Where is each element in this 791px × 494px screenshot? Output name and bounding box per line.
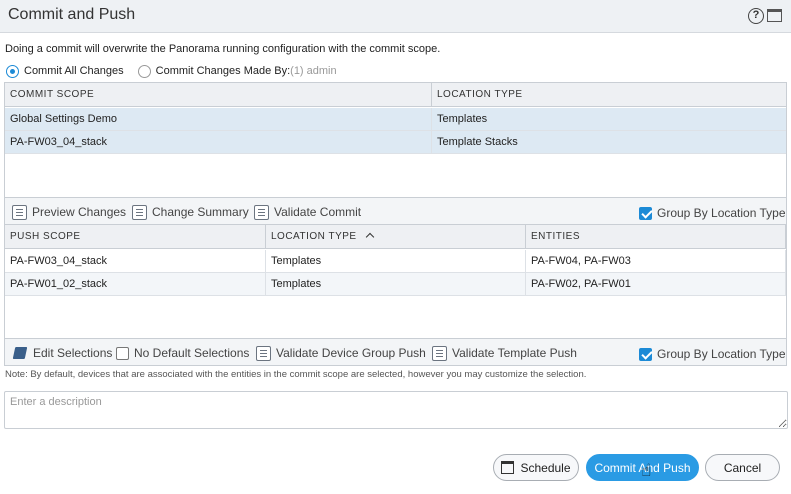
hand-cursor-icon: ☝ (641, 461, 652, 480)
cancel-button[interactable]: Cancel (705, 454, 780, 481)
intro-text: Doing a commit will overwrite the Panora… (5, 43, 441, 55)
cell-push-scope: PA-FW01_02_stack (5, 273, 266, 295)
window-title: Commit and Push (8, 6, 136, 23)
table-row[interactable]: Global Settings Demo Templates (5, 108, 786, 131)
schedule-label: Schedule (520, 460, 571, 475)
commit-made-by-radio[interactable] (137, 64, 151, 78)
title-bar: Commit and Push ? (0, 0, 791, 33)
checkbox-unchecked-icon[interactable] (116, 346, 129, 360)
validate-commit-button[interactable]: Validate Commit (254, 203, 361, 221)
help-icon[interactable]: ? (748, 8, 764, 24)
calendar-icon (501, 461, 515, 474)
change-summary-label: Change Summary (152, 205, 249, 219)
group-by-label: Group By Location Type (657, 206, 786, 220)
cell-entities: PA-FW02, PA-FW01 (526, 273, 786, 295)
validate-commit-label: Validate Commit (274, 205, 362, 219)
validate-template-label: Validate Template Push (452, 346, 577, 360)
cell-location-type: Templates (437, 113, 488, 125)
commit-all-label[interactable]: Commit All Changes (24, 65, 124, 77)
col-header-location-type-label: LOCATION TYPE (271, 231, 357, 242)
cell-push-scope: PA-FW03_04_stack (5, 250, 266, 272)
col-header-location-type[interactable]: LOCATION TYPE (432, 83, 786, 107)
col-header-entities[interactable]: ENTITIES (526, 225, 786, 249)
group-by-label: Group By Location Type (657, 347, 786, 361)
checkbox-checked-icon[interactable] (639, 347, 652, 361)
commit-made-by-user: (1) admin (290, 65, 337, 77)
preview-changes-button[interactable]: Preview Changes (12, 203, 126, 221)
no-default-label: No Default Selections (134, 346, 250, 360)
pencil-icon (12, 347, 28, 359)
selection-note: Note: By default, devices that are assoc… (5, 369, 587, 380)
cell-location-type: Templates (266, 250, 526, 272)
change-summary-button[interactable]: Change Summary (132, 203, 249, 221)
table-row[interactable]: PA-FW01_02_stack Templates PA-FW02, PA-F… (5, 273, 786, 296)
push-grid-header: PUSH SCOPE LOCATION TYPE ENTITIES (5, 225, 786, 249)
no-default-selections-checkbox[interactable]: No Default Selections (116, 344, 249, 362)
validate-icon (254, 204, 269, 220)
validate-dg-label: Validate Device Group Push (276, 346, 426, 360)
validate-device-group-push-button[interactable]: Validate Device Group Push (256, 344, 426, 362)
group-by-location-checkbox[interactable]: Group By Location Type (639, 345, 786, 363)
preview-icon (12, 204, 27, 220)
checkbox-checked-icon[interactable] (639, 206, 652, 220)
commit-grid-header: COMMIT SCOPE LOCATION TYPE (5, 83, 786, 107)
table-row[interactable]: PA-FW03_04_stack Template Stacks (5, 131, 786, 154)
cell-location-type: Templates (266, 273, 526, 295)
table-row[interactable]: PA-FW03_04_stack Templates PA-FW04, PA-F… (5, 250, 786, 273)
cell-commit-scope: Global Settings Demo (5, 108, 432, 130)
cell-entities: PA-FW04, PA-FW03 (526, 250, 786, 272)
commit-scope-grid: COMMIT SCOPE LOCATION TYPE Global Settin… (4, 82, 787, 198)
edit-selections-button[interactable]: Edit Selections (12, 344, 113, 362)
validate-dg-icon (256, 345, 271, 361)
edit-selections-label: Edit Selections (33, 346, 113, 360)
push-scope-grid: PUSH SCOPE LOCATION TYPE ENTITIES PA-FW0… (4, 224, 787, 339)
commit-made-by-label[interactable]: Commit Changes Made By: (156, 65, 291, 77)
validate-template-icon (432, 345, 447, 361)
maximize-icon[interactable] (767, 9, 782, 22)
cell-commit-scope: PA-FW03_04_stack (5, 131, 432, 153)
commit-options: Commit All Changes Commit Changes Made B… (6, 63, 337, 79)
validate-template-push-button[interactable]: Validate Template Push (432, 344, 577, 362)
col-header-commit-scope[interactable]: COMMIT SCOPE (5, 83, 432, 107)
sort-ascending-icon (365, 232, 375, 242)
commit-toolbar: Preview Changes Change Summary Validate … (4, 197, 787, 225)
description-input[interactable] (4, 391, 788, 429)
push-toolbar: Edit Selections No Default Selections Va… (4, 338, 787, 366)
cancel-label: Cancel (723, 460, 762, 475)
schedule-button[interactable]: Schedule (493, 454, 579, 481)
col-header-location-type[interactable]: LOCATION TYPE (266, 225, 526, 249)
summary-icon (132, 204, 147, 220)
commit-all-radio[interactable] (6, 64, 19, 78)
cell-location-type: Template Stacks (437, 136, 518, 148)
col-header-push-scope[interactable]: PUSH SCOPE (5, 225, 266, 249)
group-by-location-checkbox[interactable]: Group By Location Type (639, 204, 786, 222)
preview-changes-label: Preview Changes (32, 205, 127, 219)
